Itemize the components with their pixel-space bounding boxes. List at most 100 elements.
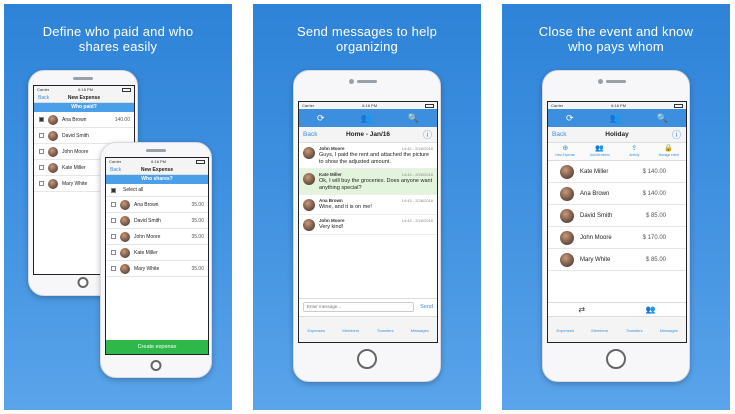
tab-expenses[interactable]: Expenses: [548, 328, 583, 333]
tab-members[interactable]: Members: [334, 328, 369, 333]
balance-row[interactable]: Kate Miller $ 140.00: [548, 161, 686, 183]
chat-message: Ana Brown Wine, and it is on me! 14:43 - 2…: [299, 195, 437, 215]
people-icon[interactable]: 👥: [610, 113, 621, 124]
avatar: [560, 252, 574, 267]
person-name: Ana Brown: [134, 201, 159, 208]
checkbox[interactable]: [39, 165, 44, 170]
amount-field[interactable]: 140.00: [115, 117, 130, 123]
amount-field[interactable]: 35.00: [191, 202, 204, 208]
checkbox[interactable]: [39, 117, 44, 122]
info-icon[interactable]: ⓘ: [423, 128, 432, 141]
home-button[interactable]: [606, 349, 626, 369]
people-icon[interactable]: 👥: [361, 113, 372, 124]
status-bar: Carrier 6:16 PM: [548, 102, 686, 109]
refresh-icon[interactable]: ⟳: [566, 113, 574, 124]
nav-bar: Back New Expense: [106, 165, 208, 175]
back-button[interactable]: Back: [110, 167, 121, 173]
nav-bar: Back New Expense: [34, 93, 134, 103]
page-title: New Expense: [140, 166, 174, 173]
checkbox[interactable]: [111, 234, 116, 239]
action-add-members[interactable]: 👥 Add Members: [583, 143, 618, 160]
person-name: David Smith: [62, 132, 89, 139]
avatar: [48, 162, 58, 173]
message-timestamp: 14:42 - 2/26/2016: [401, 146, 433, 151]
avatar: [303, 219, 315, 231]
balance-row[interactable]: John Moore $ 170.00: [548, 227, 686, 249]
tab-members[interactable]: Members: [583, 328, 618, 333]
message-timestamp: 14:43 - 2/26/2016: [401, 218, 433, 223]
activity-icon: ⇪: [631, 145, 638, 152]
avatar: [120, 247, 130, 258]
checkbox[interactable]: [111, 187, 116, 193]
avatar: [120, 199, 130, 210]
info-icon[interactable]: ⓘ: [672, 128, 681, 141]
amount-field[interactable]: 35.00: [191, 266, 204, 272]
avatar: [303, 173, 315, 185]
chat-message: John Moore Very kind! 14:43 - 2/26/2016: [299, 215, 437, 235]
send-button[interactable]: Send: [420, 304, 433, 310]
balance-amount: $ 85.00: [645, 212, 666, 219]
message-input[interactable]: [303, 301, 415, 312]
phone-speaker: [606, 80, 626, 83]
tab-messages[interactable]: Messages: [403, 328, 438, 333]
action-label: Manage event: [658, 153, 679, 157]
status-bar: Carrier 6:16 PM: [106, 158, 208, 165]
back-button[interactable]: Back: [552, 131, 566, 138]
back-button[interactable]: Back: [38, 95, 49, 101]
people-view-icon[interactable]: 👥: [646, 305, 656, 314]
message-text: Ok, I will buy the groceries. Does anyon…: [319, 178, 433, 191]
action-activity[interactable]: ⇪ Activity: [617, 143, 652, 160]
tab-transfers[interactable]: Transfers: [368, 328, 403, 333]
balance-row[interactable]: David Smith $ 85.00: [548, 205, 686, 227]
action-new-expense[interactable]: ⊕ New Expense: [548, 143, 583, 160]
person-name: Mary White: [134, 265, 160, 272]
avatar: [560, 208, 574, 223]
amount-field[interactable]: 35.00: [191, 218, 204, 224]
avatar: [560, 230, 574, 245]
avatar: [48, 178, 58, 189]
message-body: John Moore Very kind!: [319, 218, 345, 231]
amount-field[interactable]: 35.00: [191, 234, 204, 240]
tab-transfers[interactable]: Transfers: [617, 328, 652, 333]
home-button[interactable]: [150, 360, 162, 371]
sharer-row[interactable]: Kate Miller: [106, 245, 208, 261]
select-all-row[interactable]: Select all: [106, 184, 208, 197]
sharer-row[interactable]: Mary White 35.00: [106, 261, 208, 277]
action-manage-event[interactable]: 🔒 Manage event: [652, 143, 687, 160]
avatar: [120, 263, 130, 274]
balance-amount: $ 140.00: [642, 190, 666, 197]
add-members-icon: 👥: [595, 145, 605, 152]
message-body: Ana Brown Wine, and it is on me!: [319, 198, 372, 211]
checkbox[interactable]: [39, 181, 44, 186]
payer-row[interactable]: Ana Brown 140.00: [34, 112, 134, 128]
create-expense-button[interactable]: Create expense: [106, 340, 208, 354]
balance-row[interactable]: Ana Brown $ 140.00: [548, 183, 686, 205]
person-name: Kate Miller: [580, 168, 609, 175]
tab-messages[interactable]: Messages: [652, 328, 687, 333]
avatar: [560, 164, 574, 179]
back-button[interactable]: Back: [303, 131, 317, 138]
checkbox[interactable]: [111, 218, 116, 223]
avatar: [120, 215, 130, 226]
balance-list: Kate Miller $ 140.00 Ana Brown $ 140.00 Davi…: [548, 161, 686, 271]
transfers-view-icon[interactable]: ⇄: [578, 305, 585, 314]
search-icon[interactable]: 🔍: [408, 113, 419, 124]
home-button[interactable]: [77, 277, 89, 288]
checkbox[interactable]: [111, 266, 116, 271]
message-author: Ana Brown: [319, 198, 343, 203]
checkbox[interactable]: [111, 202, 116, 207]
tab-bar: Expenses Members Transfers Messages: [548, 316, 687, 342]
tab-expenses[interactable]: Expenses: [299, 328, 334, 333]
sharer-row[interactable]: Ana Brown 35.00: [106, 197, 208, 213]
search-icon[interactable]: 🔍: [657, 113, 668, 124]
refresh-icon[interactable]: ⟳: [317, 113, 325, 124]
checkbox[interactable]: [39, 149, 44, 154]
message-list: John Moore Guys, I paid the rent and atta…: [299, 143, 437, 235]
balance-row[interactable]: Mary White $ 85.00: [548, 249, 686, 271]
sharer-row[interactable]: David Smith 35.00: [106, 213, 208, 229]
sharer-row[interactable]: John Moore 35.00: [106, 229, 208, 245]
checkbox[interactable]: [111, 250, 116, 255]
home-button[interactable]: [357, 349, 377, 369]
person-name: Ana Brown: [580, 190, 610, 197]
checkbox[interactable]: [39, 133, 44, 138]
